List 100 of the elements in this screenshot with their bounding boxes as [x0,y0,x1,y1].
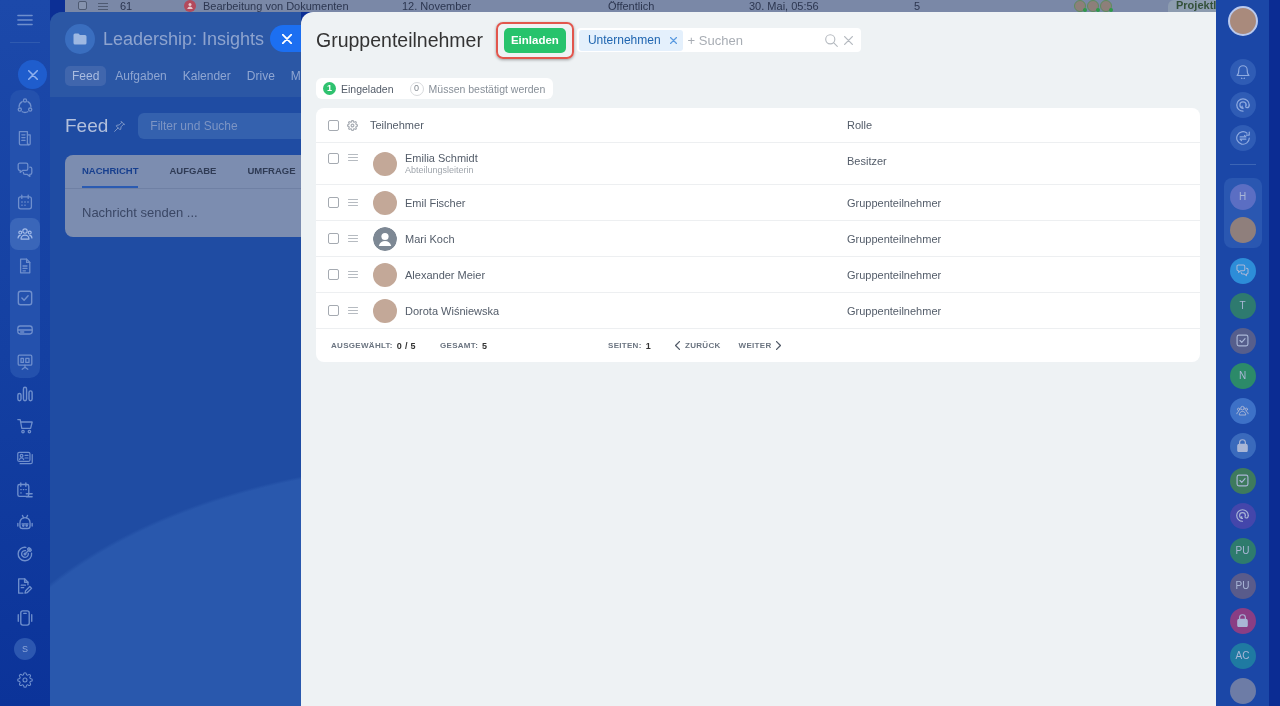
chat-avatar[interactable]: PU [1229,537,1256,564]
member-name[interactable]: Emil Fischer [405,195,466,210]
toolbar-button[interactable] [1229,125,1256,151]
drag-handle-icon[interactable] [348,154,358,161]
date-text: 12. November [402,1,472,12]
chat-button[interactable] [1229,327,1256,354]
checkbox[interactable] [328,197,339,208]
member-role: Gruppenteilnehmer [847,196,942,209]
member-role: Gruppenteilnehmer [847,304,942,317]
tab[interactable]: Drive [239,66,282,86]
composer-tab[interactable]: UMFRAGE [247,155,296,188]
menu-icon [17,12,33,28]
document-title[interactable]: Bearbeitung von Dokumenten [203,1,349,12]
avatar-photo [373,152,397,176]
sidebar-item[interactable] [10,218,40,250]
counter-label[interactable]: Eingeladen [341,82,394,95]
chat-avatar[interactable]: AC [1229,642,1256,669]
composer-tab[interactable]: AUFGABE [169,155,217,188]
drive-icon [17,322,33,338]
user-avatar-photo[interactable] [1227,6,1258,36]
filter-tag[interactable]: Unternehmen [578,29,683,51]
newspaper-icon [17,130,33,146]
search-icon[interactable] [824,33,838,47]
calendar-list-icon [17,482,33,498]
checkbox[interactable] [328,153,339,164]
chat-avatar[interactable]: T [1229,292,1256,319]
group-photo[interactable] [1229,677,1256,704]
group-title: Leadership: Insights [103,28,265,50]
robot-icon [17,514,33,530]
checkbox-icon [17,290,33,306]
checkbox[interactable] [328,269,339,280]
chat-avatar[interactable]: N [1229,362,1256,389]
remove-icon[interactable] [669,36,677,44]
people-icon [1236,404,1249,417]
avatar-photo[interactable] [1229,216,1256,243]
checkbox[interactable] [328,305,339,316]
counter-label[interactable]: Müssen bestätigt werden [428,82,546,95]
next-page-button[interactable]: WEITER [738,341,782,350]
toolbar-button[interactable] [1229,59,1256,85]
tab[interactable]: Kalender [175,66,238,86]
checkbox-icon [1236,334,1249,347]
previous-page-button[interactable]: ZURÜCK [675,341,721,350]
footer-label: SEITEN: [608,341,642,350]
chat-button[interactable] [1229,467,1256,494]
footer-value: 1 [645,340,651,351]
checkbox[interactable] [78,1,87,10]
lock-icon [1236,439,1249,452]
filter-tag-label: Unternehmen [587,33,661,47]
people-icon [184,0,196,12]
row-number: 61 [120,1,133,12]
member-name[interactable]: Alexander Meier [405,267,486,282]
chat-bubbles-icon [1236,264,1249,277]
drag-handle-icon[interactable] [348,271,358,278]
spiral-icon [1236,509,1249,522]
modified-text: 30. Mai, 05:56 [749,1,819,12]
workspace-badge[interactable]: S [14,638,36,660]
document-icon [17,258,33,274]
avatar-photo [373,262,397,287]
status-dot-icon [1083,8,1087,12]
search-field[interactable]: Unternehmen + Suchen [576,28,861,52]
member-name[interactable]: Mari Koch [405,231,455,246]
checkbox[interactable] [328,119,339,131]
close-button[interactable] [270,25,301,52]
invite-button[interactable]: Einladen [503,27,566,53]
composer-tab[interactable]: NACHRICHT [82,155,139,188]
checkbox-icon [1236,474,1249,487]
search-input[interactable]: + Suchen [687,32,825,48]
tab[interactable]: Aufgaben [108,66,174,86]
tab[interactable]: M [283,66,301,86]
member-role: Besitzer [847,154,887,168]
bar-chart-icon [17,386,33,402]
member-name[interactable]: Dorota Wiśniewska [405,303,500,318]
avatar-photo [373,190,397,215]
feed-title: Feed [65,115,109,137]
chat-button[interactable] [1229,432,1256,459]
chat-button[interactable] [1229,397,1256,424]
chat-button[interactable] [1229,607,1256,634]
filter-search-field[interactable]: Filter und Suche [138,113,301,139]
column-header: Rolle [847,119,873,131]
document-edit-icon [17,578,33,594]
contact-card-icon [17,450,33,466]
chat-button[interactable] [1229,502,1256,529]
calendar-icon [17,194,33,210]
chat-avatar[interactable]: H [1229,183,1256,210]
pin-icon[interactable] [114,120,126,132]
chat-avatar[interactable]: PU [1229,572,1256,599]
drag-handle-icon[interactable] [348,307,358,314]
tab[interactable]: Feed [65,66,107,86]
drag-handle-icon [98,3,108,10]
count-text: 5 [914,1,921,12]
toolbar-button[interactable] [1229,92,1256,118]
message-input[interactable]: Nachricht senden ... [82,203,282,221]
checkbox[interactable] [328,233,339,244]
member-name[interactable]: Emilia Schmidt [405,151,478,165]
settings-icon[interactable] [347,119,358,131]
chat-button[interactable] [1229,257,1256,284]
count-badge: 1 [323,82,336,95]
clear-icon[interactable] [843,35,853,45]
drag-handle-icon[interactable] [348,199,358,206]
drag-handle-icon[interactable] [348,235,358,242]
